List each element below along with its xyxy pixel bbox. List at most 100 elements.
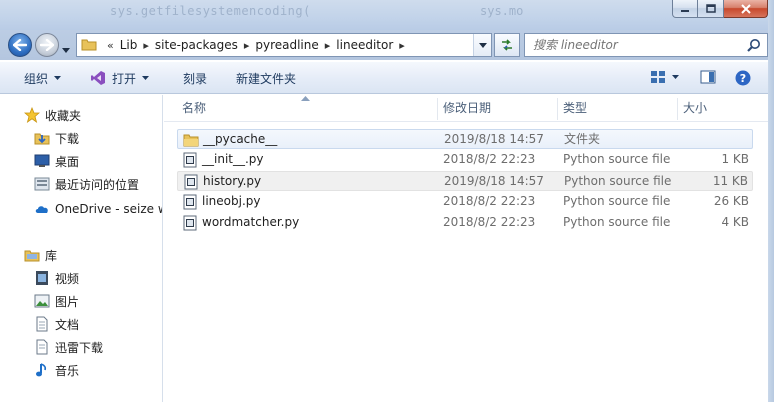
command-bar: 组织 打开 刻录 新建文件夹 ? [0, 62, 774, 94]
help-icon: ? [735, 70, 751, 86]
help-button[interactable]: ? [735, 70, 751, 86]
python-file-icon [183, 152, 197, 168]
breadcrumb-separator-icon[interactable]: ▸ [244, 39, 250, 52]
open-label: 打开 [112, 71, 137, 86]
recent-pages-dropdown[interactable] [62, 42, 70, 56]
chevron-down-icon [54, 76, 62, 80]
new-folder-button[interactable]: 新建文件夹 [236, 62, 296, 94]
file-name: __init__.py [202, 152, 264, 166]
video-icon [34, 270, 50, 286]
address-history-dropdown[interactable] [473, 34, 491, 56]
file-date: 2018/8/2 22:23 [443, 152, 536, 166]
search-icon[interactable] [747, 38, 761, 55]
file-size: 1 KB [721, 152, 749, 166]
breadcrumb-lib[interactable]: Lib [120, 38, 138, 52]
column-header-type[interactable]: 类型 [557, 95, 587, 122]
refresh-icon [502, 39, 512, 51]
breadcrumb-separator-icon[interactable]: ▸ [325, 39, 331, 52]
nav-item-label: 最近访问的位置 [55, 177, 140, 192]
file-name: __pycache__ [203, 132, 278, 146]
breadcrumb-separator-icon[interactable]: ▸ [399, 39, 405, 52]
nav-item-label: 文档 [55, 317, 80, 332]
file-row-wordmatcher[interactable]: wordmatcher.py 2018/8/2 22:23 Python sou… [177, 213, 753, 233]
file-row-lineobj[interactable]: lineobj.py 2018/8/2 22:23 Python source … [177, 192, 753, 212]
nav-favorites-label: 收藏夹 [45, 108, 82, 123]
thunder-download-icon [34, 339, 50, 355]
chevron-down-icon [672, 75, 679, 79]
address-bar[interactable]: « Lib ▸ site-packages ▸ pyreadline ▸ lin… [76, 33, 492, 57]
nav-item-label: 图片 [55, 294, 80, 309]
breadcrumb-separator-icon[interactable]: ▸ [143, 39, 149, 52]
file-date: 2018/8/2 22:23 [443, 194, 536, 208]
folder-icon [81, 37, 97, 54]
column-header-size[interactable]: 大小 [677, 95, 707, 122]
nav-libraries-label: 库 [45, 248, 58, 263]
organize-label: 组织 [24, 71, 49, 86]
forward-button[interactable] [35, 33, 59, 57]
column-header-name[interactable]: 名称 [176, 95, 206, 122]
breadcrumb-pyreadline[interactable]: pyreadline [255, 38, 318, 52]
background-window-text-right: sys.mo [480, 4, 524, 18]
download-folder-icon [34, 130, 50, 146]
library-icon [24, 247, 40, 263]
file-name: history.py [203, 174, 262, 188]
file-list: 名称 修改日期 类型 大小 __pycache__ 2019/8/18 14:5… [164, 95, 774, 402]
file-size: 4 KB [721, 215, 749, 229]
python-file-icon [184, 174, 198, 190]
maximize-icon [705, 4, 716, 13]
search-box [524, 33, 768, 57]
column-header-date[interactable]: 修改日期 [437, 95, 491, 122]
search-input[interactable] [533, 38, 733, 52]
window-controls [672, 0, 768, 18]
preview-pane-button[interactable] [700, 70, 716, 84]
file-name: wordmatcher.py [202, 215, 300, 229]
nav-recent-places[interactable]: 最近访问的位置 [34, 174, 139, 194]
refresh-button[interactable] [494, 33, 520, 57]
nav-music[interactable]: 音乐 [34, 360, 79, 380]
minimize-button[interactable] [672, 0, 698, 18]
view-options-icon [651, 71, 665, 83]
nav-documents[interactable]: 文档 [34, 314, 79, 334]
recent-places-icon [34, 176, 50, 192]
breadcrumb-lineeditor[interactable]: lineeditor [336, 38, 393, 52]
nav-downloads[interactable]: 下载 [34, 128, 79, 148]
nav-videos[interactable]: 视频 [34, 268, 79, 288]
nav-libraries[interactable]: 库 [24, 245, 57, 265]
svg-text:?: ? [740, 72, 746, 85]
nav-onedrive[interactable]: OneDrive - seize w [34, 199, 162, 219]
python-file-icon [183, 194, 197, 210]
nav-desktop[interactable]: 桌面 [34, 151, 79, 171]
file-size: 11 KB [712, 174, 748, 188]
file-name: lineobj.py [202, 194, 261, 208]
title-bar[interactable]: sys.getfilesystemencoding( sys.mo [0, 0, 774, 30]
nav-pictures[interactable]: 图片 [34, 291, 79, 311]
change-view-button[interactable] [650, 70, 679, 84]
nav-favorites[interactable]: 收藏夹 [24, 105, 81, 125]
burn-button[interactable]: 刻录 [183, 62, 207, 94]
organize-button[interactable]: 组织 [24, 62, 62, 94]
breadcrumb-site-packages[interactable]: site-packages [155, 38, 238, 52]
close-button[interactable] [724, 0, 768, 18]
cloud-icon [34, 201, 50, 217]
file-row-init[interactable]: __init__.py 2018/8/2 22:23 Python source… [177, 150, 753, 170]
background-window-text: sys.getfilesystemencoding( [110, 4, 311, 18]
star-icon [24, 107, 40, 123]
maximize-button[interactable] [698, 0, 724, 18]
nav-item-label: 视频 [55, 271, 80, 286]
file-type: 文件夹 [564, 132, 601, 146]
file-size: 26 KB [713, 194, 749, 208]
address-row: « Lib ▸ site-packages ▸ pyreadline ▸ lin… [0, 30, 774, 60]
back-button[interactable] [8, 33, 32, 57]
forward-arrow-icon [40, 39, 54, 51]
nav-item-label: 下载 [55, 131, 80, 146]
file-row-pycache[interactable]: __pycache__ 2019/8/18 14:57 文件夹 [177, 129, 753, 149]
file-date: 2018/8/2 22:23 [443, 215, 536, 229]
file-row-history[interactable]: history.py 2019/8/18 14:57 Python source… [177, 171, 753, 191]
minimize-icon [681, 9, 689, 12]
overflow-chevron[interactable]: « [107, 39, 114, 52]
music-icon [34, 362, 50, 378]
nav-thunder-download[interactable]: 迅雷下载 [34, 337, 103, 357]
back-arrow-icon [13, 39, 27, 51]
nav-item-label: 音乐 [55, 363, 80, 378]
open-button[interactable]: 打开 [90, 62, 150, 94]
